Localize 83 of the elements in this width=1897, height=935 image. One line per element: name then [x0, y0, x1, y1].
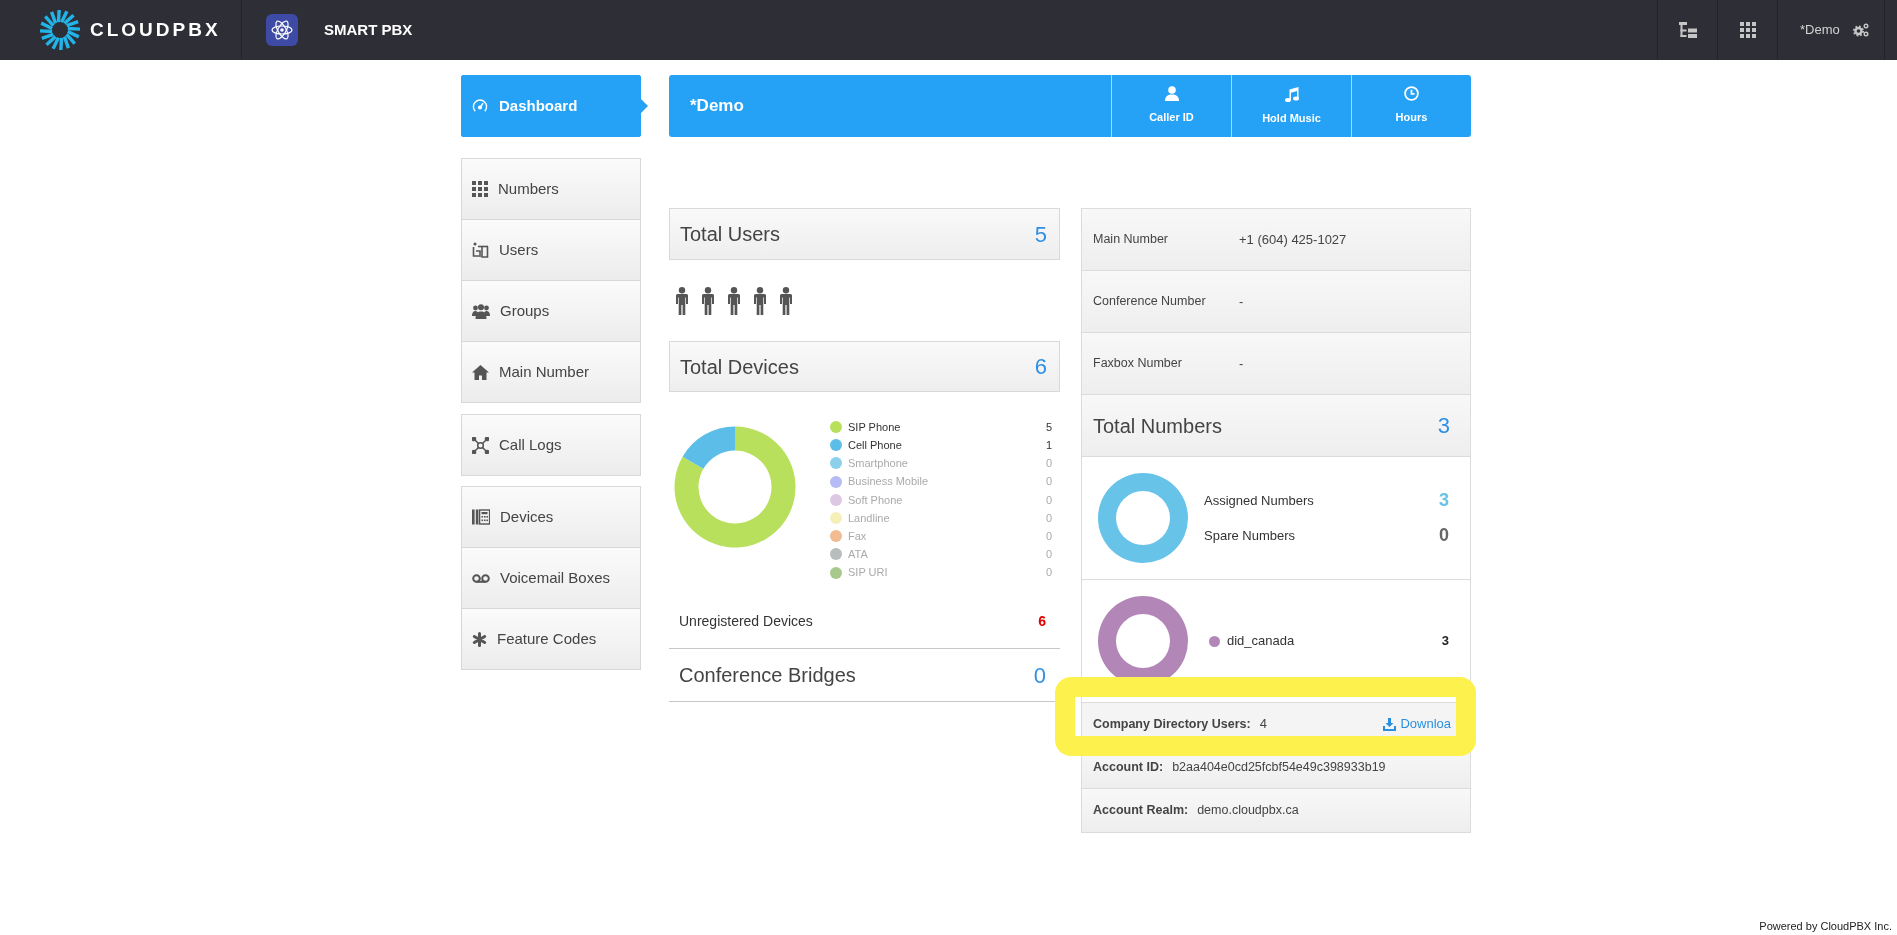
legend-label: Smartphone	[848, 456, 908, 472]
legend-label: Assigned Numbers	[1204, 491, 1314, 510]
field-label: Faxbox Number	[1092, 355, 1183, 373]
grid-icon	[1739, 22, 1756, 38]
field-label: Conference Number	[1092, 293, 1207, 311]
legend-label: did_canada	[1227, 632, 1295, 651]
sidebar-item[interactable]: Voicemail Boxes	[461, 547, 641, 609]
legend-value: 0	[1045, 474, 1052, 490]
legend-value: 0	[1045, 547, 1052, 563]
sidebar-item[interactable]: Groups	[461, 280, 641, 342]
person-icon	[752, 286, 768, 315]
music-note-icon	[1284, 85, 1299, 102]
stat-label: Conference Bridges	[679, 663, 856, 688]
gauge-icon	[472, 98, 488, 114]
workstation-icon	[472, 242, 489, 258]
field-label: Main Number	[1092, 231, 1170, 249]
gears-icon	[1852, 23, 1869, 37]
sunburst-logo-icon	[39, 9, 81, 51]
voicemail-icon	[472, 573, 490, 583]
stat-label: Total Devices	[680, 354, 799, 380]
stat-value: 3	[1437, 412, 1450, 440]
stat-label: Total Users	[680, 222, 781, 247]
legend-value: 1	[1045, 438, 1052, 454]
desk-phone-icon	[472, 509, 490, 525]
legend-label: ATA	[848, 547, 868, 563]
field-value: +1 (604) 425-1027	[1239, 230, 1347, 249]
person-icon	[778, 286, 794, 315]
stat-value: 0	[1033, 661, 1046, 690]
legend-label: Spare Numbers	[1204, 526, 1296, 545]
footer-text: Powered by CloudPBX Inc.	[1759, 918, 1892, 934]
legend-label: Business Mobile	[848, 474, 929, 490]
legend-value: 3	[1441, 632, 1449, 651]
person-icon	[1164, 86, 1179, 102]
app-name: SMART PBX	[324, 19, 413, 40]
legend-label: Landline	[848, 510, 890, 526]
field-value: b2aa404e0cd25fcbf54e49c398933b19	[1172, 758, 1386, 776]
sidebar-item[interactable]: Devices	[461, 486, 641, 548]
legend-label: SIP Phone	[848, 419, 901, 435]
legend-value: 5	[1045, 419, 1052, 435]
legend-value: 0	[1045, 565, 1052, 581]
page-title: *Demo	[690, 96, 744, 116]
stat-value: 5	[1034, 220, 1047, 249]
sidebar-item[interactable]: Numbers	[461, 158, 641, 220]
legend-value: 3	[1439, 489, 1449, 512]
legend-label: Cell Phone	[848, 438, 902, 454]
field-label: Account Realm:	[1093, 802, 1189, 820]
legend-label: SIP URI	[848, 565, 888, 581]
field-label: Account ID:	[1093, 758, 1164, 776]
selection-arrow-icon	[641, 99, 648, 113]
field-value: 4	[1259, 715, 1267, 734]
field-value: demo.cloudpbx.ca	[1197, 802, 1299, 820]
legend-value: 0	[1045, 528, 1052, 544]
legend-value: 0	[1045, 456, 1052, 472]
download-icon	[1383, 717, 1397, 731]
legend-label: Fax	[848, 528, 867, 544]
person-icon	[674, 286, 690, 315]
legend-value: 0	[1439, 524, 1449, 547]
logo-text: CLOUDPBX	[90, 17, 221, 42]
clock-icon	[1404, 86, 1419, 102]
asterisk-icon	[472, 631, 487, 647]
legend-value: 0	[1045, 492, 1052, 508]
people-group-icon	[472, 303, 490, 319]
stat-label: Unregistered Devices	[679, 612, 813, 631]
sidebar-item[interactable]: Call Logs	[461, 414, 641, 476]
house-icon	[472, 364, 489, 380]
tree-list-icon	[1678, 22, 1697, 38]
field-label: Company Directory Users:	[1093, 715, 1251, 733]
sidebar-item[interactable]: Main Number	[461, 341, 641, 403]
stat-label: Total Numbers	[1093, 413, 1222, 439]
field-value: -	[1239, 354, 1244, 373]
person-icon	[726, 286, 742, 315]
stat-value: 6	[1038, 612, 1046, 631]
atom-icon[interactable]	[266, 14, 298, 46]
stat-value: 6	[1034, 353, 1047, 381]
legend-value: 0	[1045, 510, 1052, 526]
sidebar-item[interactable]: Feature Codes	[461, 608, 641, 670]
sidebar-item[interactable]: Users	[461, 219, 641, 281]
legend-label: Soft Phone	[848, 492, 903, 508]
person-icon	[700, 286, 716, 315]
nodes-icon	[472, 436, 489, 454]
account-menu[interactable]: *Demo	[1777, 0, 1885, 60]
field-value: -	[1239, 292, 1244, 311]
dialpad-icon	[472, 181, 488, 197]
